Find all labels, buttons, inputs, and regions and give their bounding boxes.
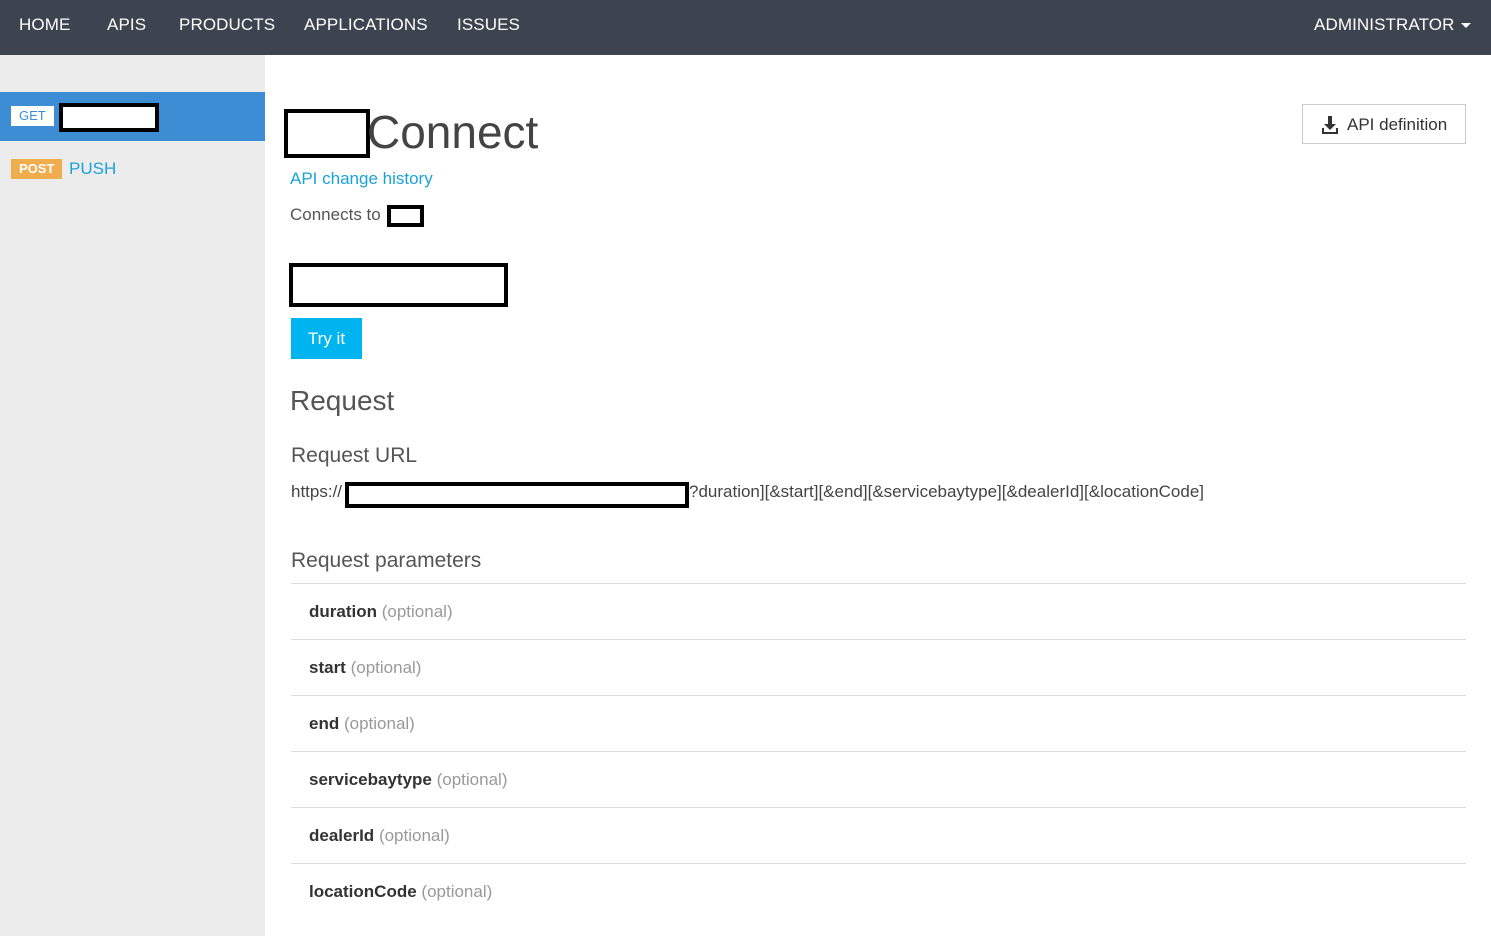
request-url-prefix: https://: [291, 482, 343, 501]
parameter-name: dealerId: [309, 826, 375, 845]
nav-applications[interactable]: APPLICATIONS: [304, 15, 428, 35]
user-menu-label: ADMINISTRATOR: [1314, 15, 1455, 34]
top-nav: HOME APIS PRODUCTS APPLICATIONS ISSUES A…: [0, 0, 1491, 55]
parameter-row: servicebaytype (optional): [291, 751, 1466, 807]
parameter-name: servicebaytype: [309, 770, 432, 789]
request-parameters-list: duration (optional) start (optional) end…: [291, 583, 1466, 919]
redacted-request-url-host: [345, 482, 689, 508]
redacted-api-prefix: [284, 109, 370, 158]
download-icon: [1322, 116, 1338, 134]
get-method-badge: GET: [11, 106, 54, 126]
parameter-qualifier: (optional): [378, 826, 450, 845]
parameter-qualifier: (optional): [436, 770, 508, 789]
parameter-name: start: [309, 658, 346, 677]
request-url-suffix: ?duration][&start][&end][&servicebaytype…: [689, 482, 1205, 501]
post-method-badge: POST: [11, 159, 63, 179]
api-change-history-link[interactable]: API change history: [290, 169, 433, 189]
parameter-qualifier: (optional): [343, 714, 415, 733]
main-content: Connect API definition API change histor…: [265, 55, 1491, 936]
request-heading: Request: [290, 385, 395, 416]
operation-post-item[interactable]: POST PUSH: [0, 144, 265, 193]
nav-apis[interactable]: APIS: [107, 15, 146, 35]
operation-get-item[interactable]: GET: [0, 92, 265, 141]
parameter-row: duration (optional): [291, 583, 1466, 639]
parameter-name: duration: [309, 602, 377, 621]
parameter-row: locationCode (optional): [291, 863, 1466, 919]
parameter-row: dealerId (optional): [291, 807, 1466, 863]
operations-sidebar: GET POST PUSH: [0, 55, 265, 936]
parameter-name: end: [309, 714, 340, 733]
parameter-row: start (optional): [291, 639, 1466, 695]
parameter-row: end (optional): [291, 695, 1466, 751]
connects-to-label: Connects to: [290, 205, 381, 224]
try-it-button[interactable]: Try it: [291, 318, 362, 359]
redacted-operation-heading: [289, 263, 508, 307]
api-definition-button[interactable]: API definition: [1302, 104, 1466, 144]
operation-post-name: PUSH: [69, 159, 117, 178]
nav-home[interactable]: HOME: [19, 15, 70, 35]
parameter-qualifier: (optional): [350, 658, 422, 677]
redacted-connects-to-value: [387, 205, 424, 227]
api-title: Connect: [367, 106, 539, 158]
chevron-down-icon: [1461, 23, 1472, 29]
api-definition-label: API definition: [1347, 115, 1448, 134]
parameter-qualifier: (optional): [381, 602, 453, 621]
parameter-name: locationCode: [309, 882, 417, 901]
parameter-qualifier: (optional): [421, 882, 493, 901]
request-parameters-heading: Request parameters: [291, 549, 482, 572]
nav-products[interactable]: PRODUCTS: [179, 15, 275, 35]
redacted-operation-name: [59, 103, 159, 132]
nav-issues[interactable]: ISSUES: [457, 15, 520, 35]
user-menu[interactable]: ADMINISTRATOR: [1314, 15, 1472, 35]
request-url-heading: Request URL: [291, 444, 418, 467]
